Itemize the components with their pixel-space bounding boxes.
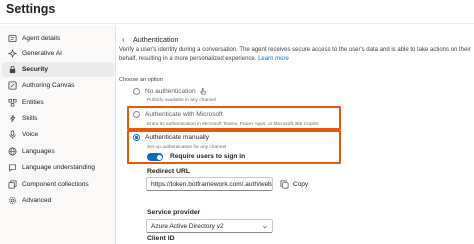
copy-label: Copy	[293, 181, 309, 188]
sidebar-item-label: Component collections	[22, 181, 89, 188]
client-id-label: Client ID	[147, 235, 175, 242]
languages-icon	[7, 147, 17, 157]
title-bar: Settings	[0, 0, 474, 24]
sidebar-item-label: Languages	[22, 148, 55, 155]
settings-sidebar: Agent details Generative AI Security Aut…	[0, 25, 116, 244]
radio-no-authentication[interactable]	[133, 87, 140, 95]
highlight-box-microsoft	[127, 106, 341, 130]
choose-option-label: Choose an option	[119, 77, 163, 83]
chevron-down-icon	[262, 225, 268, 229]
hand-pointer-icon	[199, 87, 207, 95]
sidebar-item-label: Skills	[22, 115, 38, 122]
learn-more-link[interactable]: Learn more	[258, 56, 289, 62]
main-panel: ‹ Authentication Verify a user's identit…	[116, 25, 474, 244]
redirect-url-label: Redirect URL	[147, 168, 191, 175]
agent-details-icon	[7, 34, 17, 44]
skills-icon	[7, 114, 17, 124]
authentication-description: Verify a user's identity during a conver…	[119, 46, 473, 64]
voice-icon	[7, 130, 17, 140]
sidebar-item-component-collections[interactable]: Component collections	[2, 177, 114, 192]
sidebar-item-label: Generative AI	[22, 50, 62, 57]
highlight-box-manual	[127, 130, 341, 164]
sidebar-item-language-understanding[interactable]: Language understanding	[2, 160, 114, 175]
sidebar-item-languages[interactable]: Languages	[2, 144, 114, 159]
service-provider-select[interactable]: Azure Active Directory v2	[146, 219, 273, 233]
option-sublabel: Publicly available in any channel	[147, 98, 217, 103]
sidebar-item-label: Voice	[22, 131, 39, 138]
sidebar-item-skills[interactable]: Skills	[2, 111, 114, 126]
option-no-authentication[interactable]: No authentication	[133, 87, 207, 95]
sidebar-item-label: Entities	[22, 99, 44, 106]
sidebar-item-agent-details[interactable]: Agent details	[2, 31, 114, 46]
description-text: Verify a user's identity during a conver…	[119, 47, 471, 62]
sidebar-item-security[interactable]: Security	[2, 62, 114, 77]
sidebar-item-label: Security	[22, 66, 49, 73]
advanced-icon	[7, 196, 17, 206]
lock-icon	[7, 65, 17, 75]
sidebar-item-label: Language understanding	[22, 164, 95, 171]
page-title: Authentication	[133, 35, 179, 44]
generative-ai-icon	[7, 49, 17, 59]
entities-icon	[7, 98, 17, 108]
service-provider-value: Azure Active Directory v2	[151, 223, 224, 230]
window-title: Settings	[6, 2, 56, 16]
copy-button[interactable]: Copy	[280, 180, 308, 189]
sidebar-item-label: Advanced	[22, 197, 52, 204]
back-button[interactable]: ‹	[122, 35, 125, 44]
option-label: No authentication	[145, 87, 196, 95]
redirect-url-field[interactable]: https://token.botframework.com/.auth/web…	[146, 177, 273, 191]
sidebar-item-label: Authoring Canvas	[22, 82, 75, 89]
sidebar-item-advanced[interactable]: Advanced	[2, 193, 114, 208]
sidebar-item-entities[interactable]: Entities	[2, 95, 114, 110]
sidebar-item-voice[interactable]: Voice	[2, 127, 114, 142]
sidebar-item-generative-ai[interactable]: Generative AI	[2, 46, 114, 61]
sidebar-item-authoring-canvas[interactable]: Authoring Canvas	[2, 78, 114, 93]
component-collections-icon	[7, 180, 17, 190]
authoring-canvas-icon	[7, 81, 17, 91]
language-understanding-icon	[7, 163, 17, 173]
service-provider-label: Service provider	[147, 209, 201, 216]
sidebar-item-label: Agent details	[22, 35, 61, 42]
copy-icon	[280, 180, 289, 189]
